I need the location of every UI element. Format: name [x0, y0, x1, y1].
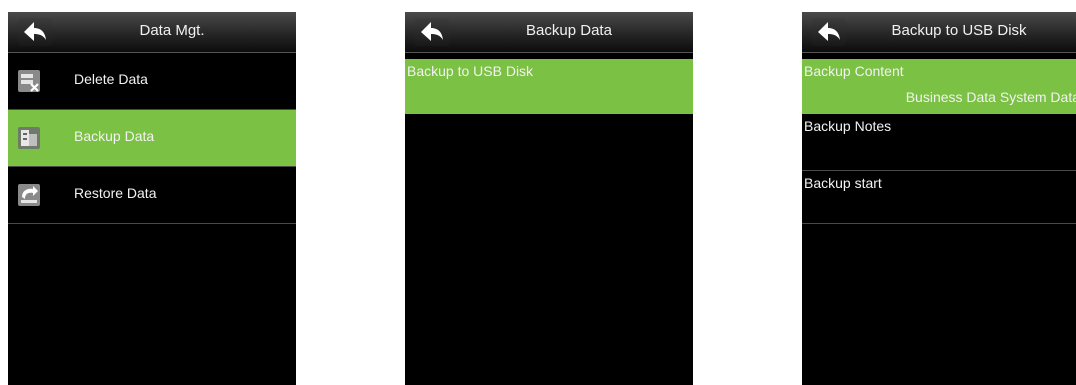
- menu-item-restore-data[interactable]: Restore Data: [8, 167, 296, 224]
- setting-label: Backup Content: [804, 63, 904, 79]
- backup-to-usb-disk-screen: Backup to USB Disk Backup Content Busine…: [802, 12, 1076, 385]
- screen-title: Backup Data: [526, 22, 612, 39]
- delete-data-icon: [18, 70, 40, 92]
- setting-backup-start[interactable]: Backup start: [802, 171, 1076, 224]
- title-bar: Backup to USB Disk: [802, 12, 1076, 53]
- screen-title: Data Mgt.: [139, 22, 205, 39]
- backup-data-screen: Backup Data Backup to USB Disk: [405, 12, 693, 385]
- data-mgt-screen: Data Mgt. Delete Data Backup Data Restor…: [8, 12, 296, 385]
- setting-value: Business Data System Data: [905, 89, 1076, 105]
- backup-data-icon: [18, 127, 40, 149]
- menu-item-delete-data[interactable]: Delete Data: [8, 53, 296, 110]
- back-arrow-icon: [24, 22, 46, 41]
- title-bar: Backup Data: [405, 12, 693, 53]
- menu-item-label: Backup to USB Disk: [407, 63, 534, 79]
- menu-item-label: Restore Data: [74, 185, 157, 201]
- menu-item-backup-to-usb-disk[interactable]: Backup to USB Disk: [405, 59, 693, 114]
- back-arrow-icon: [818, 22, 840, 41]
- setting-backup-notes[interactable]: Backup Notes: [802, 114, 1076, 171]
- menu-item-label: Delete Data: [74, 71, 148, 87]
- restore-data-icon: [18, 184, 40, 206]
- menu-item-label: Backup Data: [74, 128, 155, 144]
- title-bar: Data Mgt.: [8, 12, 296, 53]
- setting-backup-content[interactable]: Backup Content Business Data System Data: [802, 59, 1076, 114]
- back-button[interactable]: [812, 18, 846, 46]
- back-arrow-icon: [421, 22, 443, 41]
- menu-item-backup-data[interactable]: Backup Data: [8, 110, 296, 167]
- setting-label: Backup start: [804, 175, 882, 191]
- setting-label: Backup Notes: [804, 118, 892, 134]
- back-button[interactable]: [18, 18, 52, 46]
- back-button[interactable]: [415, 18, 449, 46]
- screen-title: Backup to USB Disk: [891, 22, 1027, 39]
